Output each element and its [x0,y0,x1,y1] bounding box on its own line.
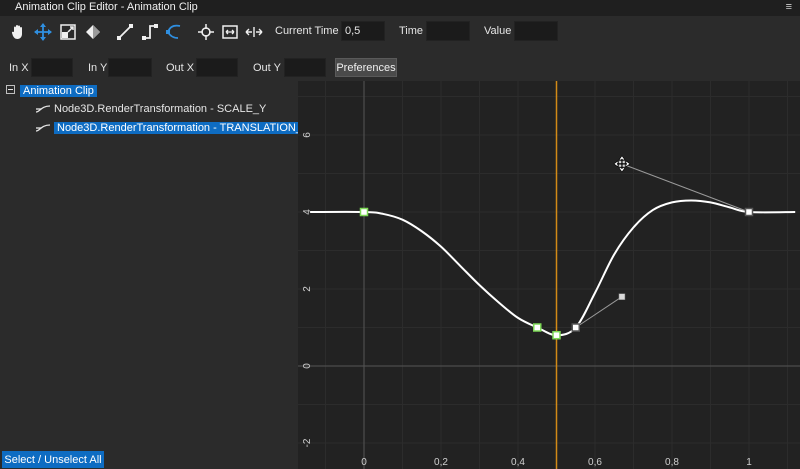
curve-track-icon [35,105,51,113]
fit-view-icon[interactable] [218,20,242,44]
keyframe-point[interactable] [571,323,580,332]
collapse-toggle-icon[interactable] [6,85,15,94]
keyframe-point[interactable] [744,207,754,217]
curve-tree-panel [0,81,298,469]
x-tick-label: 0,8 [665,457,679,468]
value-field[interactable] [514,21,558,41]
time-label: Time [399,25,424,37]
y-tick-label: -2 [302,438,313,447]
tree-item-translation-y[interactable]: Node3D.RenderTransformation - TRANSLATIO… [35,120,313,136]
value-label: Value [484,25,512,37]
current-time-field[interactable] [341,21,385,41]
menu-icon[interactable]: ≡ [786,1,792,13]
x-tick-label: 1 [746,457,752,468]
x-tick-label: 0,6 [588,457,602,468]
out-x-field[interactable] [196,58,238,77]
tree-item-label: Node3D.RenderTransformation - TRANSLATIO… [54,122,313,134]
time-field[interactable] [426,21,470,41]
curve-graph-canvas[interactable]: 0 0,2 0,4 0,6 0,8 1-20246 [298,81,800,469]
tangent-handle-point[interactable] [618,293,626,300]
diamond-key-icon[interactable] [81,20,105,44]
center-view-icon[interactable] [194,20,218,44]
step-interpolation-icon[interactable] [138,20,162,44]
tree-root-animation-clip[interactable]: Animation Clip [20,83,97,99]
scale-box-icon[interactable] [56,20,80,44]
tangent-handle-line [621,163,750,213]
out-y-field[interactable] [284,58,326,77]
out-x-label: Out X [166,62,195,74]
tangent-handle-line [575,296,623,328]
pan-hand-icon[interactable] [6,20,30,44]
tree-item-label: Node3D.RenderTransformation - SCALE_Y [54,103,267,115]
move-arrows-icon[interactable] [31,20,55,44]
in-x-label: In X [9,62,29,74]
curve-track-icon [35,124,51,132]
keyframe-point[interactable] [552,330,561,340]
y-tick-label: 0 [302,363,313,369]
window-titlebar: Animation Clip Editor - Animation Clip ≡ [0,0,800,16]
animation-curve[interactable] [310,199,796,337]
window-title: Animation Clip Editor - Animation Clip [15,1,198,13]
in-y-field[interactable] [108,58,152,77]
x-tick-label: 0,4 [511,457,525,468]
move-cursor-cross [616,158,627,169]
curve-graph-area[interactable]: 0 0,2 0,4 0,6 0,8 1 -2 0 2 4 6 [298,81,800,469]
tree-root-label: Animation Clip [20,85,97,97]
select-unselect-all-button[interactable]: Select / Unselect All [2,451,104,468]
y-tick-label: 6 [302,132,313,138]
out-y-label: Out Y [253,62,281,74]
keyframe-point[interactable] [533,323,542,332]
preferences-button[interactable]: Preferences [335,58,397,77]
tree-item-scale-y[interactable]: Node3D.RenderTransformation - SCALE_Y [35,101,266,117]
in-x-field[interactable] [31,58,73,77]
toolbar: Current Time Time Value [0,16,800,49]
y-tick-label: 2 [302,286,313,292]
keyframe-point[interactable] [359,207,369,217]
in-y-label: In Y [88,62,108,74]
current-time-label: Current Time [275,25,339,37]
tangent-properties-bar: In X In Y Out X Out Y Preferences [0,56,800,81]
linear-interpolation-icon[interactable] [113,20,137,44]
fit-horizontal-icon[interactable] [242,20,266,44]
x-tick-label: 0 [361,457,367,468]
bezier-interpolation-icon[interactable] [162,20,186,44]
x-tick-label: 0,2 [434,457,448,468]
